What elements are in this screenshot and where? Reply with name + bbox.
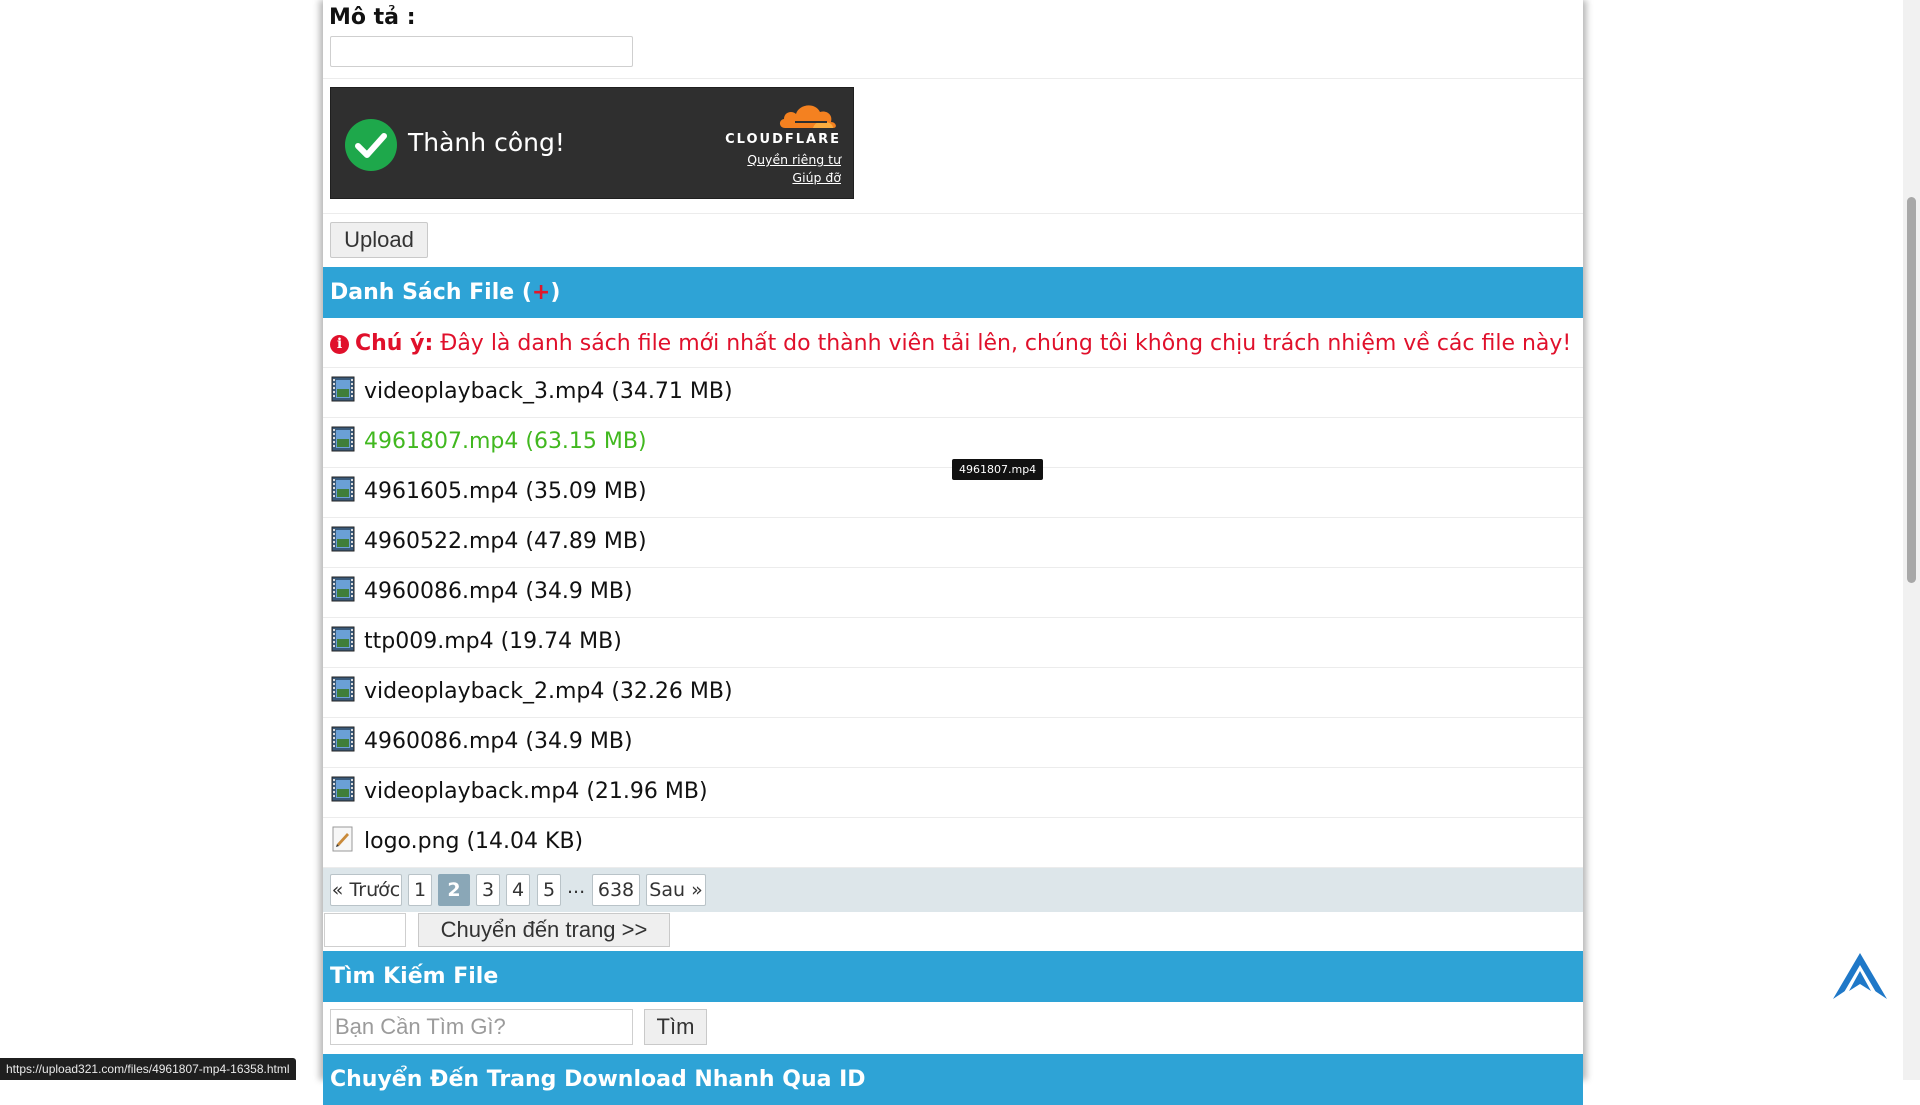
file-link[interactable]: videoplayback.mp4 (21.96 MB) [364,779,708,804]
back-to-top-icon[interactable] [1831,951,1889,1001]
cloudflare-cloud-icon [779,105,836,128]
file-row[interactable]: 4960522.mp4 (47.89 MB) [323,518,1583,568]
success-check-icon [345,119,397,171]
upload-row: Upload [323,214,1583,267]
info-icon: i [330,335,349,354]
page-button-4[interactable]: 4 [506,874,530,906]
page-button-1[interactable]: 1 [408,874,432,906]
captcha-row: Thành công! CLOUDFLARE Quyền riêng tư Gi… [323,79,1583,214]
cloudflare-brand: CLOUDFLARE [725,132,841,147]
video-file-icon [331,676,355,702]
file-link[interactable]: videoplayback_3.mp4 (34.71 MB) [364,379,733,404]
file-list-header: Danh Sách File (+) [323,267,1583,318]
video-file-icon [331,426,355,452]
page-button-last[interactable]: 638 [592,874,640,906]
file-tooltip: 4961807.mp4 [952,459,1044,480]
search-button[interactable]: Tìm [644,1009,707,1045]
goto-page-button[interactable]: Chuyển đến trang >> [418,913,670,947]
file-list-title-end: ) [550,280,561,305]
file-row[interactable]: videoplayback.mp4 (21.96 MB) [323,768,1583,818]
next-page-button[interactable]: Sau » [646,874,706,906]
goto-page-input[interactable] [324,913,406,947]
description-row: Mô tả : [323,0,1583,79]
page-ellipsis: ... [567,876,586,898]
page-scrollbar[interactable] [1903,0,1920,1080]
file-link[interactable]: 4960086.mp4 (34.9 MB) [364,579,633,604]
file-row[interactable]: videoplayback_3.mp4 (34.71 MB) [323,368,1583,418]
scrollbar-thumb[interactable] [1907,197,1916,583]
file-row[interactable]: ttp009.mp4 (19.74 MB) [323,618,1583,668]
file-link[interactable]: ttp009.mp4 (19.74 MB) [364,629,622,654]
privacy-link[interactable]: Quyền riêng tư [747,152,841,167]
video-file-icon [331,526,355,552]
video-file-icon [331,626,355,652]
upload-button[interactable]: Upload [330,222,428,258]
file-link[interactable]: 4960086.mp4 (34.9 MB) [364,729,633,754]
notice-text: Đây là danh sách file mới nhất do thành … [433,331,1572,356]
file-row[interactable]: logo.png (14.04 KB) [323,818,1583,868]
video-file-icon [331,726,355,752]
browser-status-url: https://upload321.com/files/4961807-mp4-… [0,1058,296,1080]
file-list-title: Danh Sách File ( [330,280,532,305]
notice-message: i Chú ý: Đây là danh sách file mới nhất d… [330,331,1571,356]
prev-page-button[interactable]: « Trước [330,874,402,906]
help-link[interactable]: Giúp đỡ [792,170,841,185]
search-input[interactable] [330,1009,633,1045]
image-file-icon [331,826,355,852]
file-row[interactable]: 4960086.mp4 (34.9 MB) [323,718,1583,768]
file-link[interactable]: 4961605.mp4 (35.09 MB) [364,479,647,504]
video-file-icon [331,476,355,502]
file-link[interactable]: logo.png (14.04 KB) [364,829,583,854]
file-link[interactable]: videoplayback_2.mp4 (32.26 MB) [364,679,733,704]
file-row[interactable]: 4960086.mp4 (34.9 MB) [323,568,1583,618]
captcha-status-text: Thành công! [408,128,565,157]
cloudflare-turnstile-widget[interactable]: Thành công! CLOUDFLARE Quyền riêng tư Gi… [330,87,854,199]
file-row[interactable]: videoplayback_2.mp4 (32.26 MB) [323,668,1583,718]
video-file-icon [331,776,355,802]
file-link[interactable]: 4961807.mp4 (63.15 MB) [364,429,647,454]
video-file-icon [331,376,355,402]
file-link[interactable]: 4960522.mp4 (47.89 MB) [364,529,647,554]
page-button-2-current[interactable]: 2 [438,874,470,906]
page-button-3[interactable]: 3 [476,874,500,906]
plus-icon: + [531,280,551,305]
search-header: Tìm Kiếm File [323,951,1583,1002]
page-button-5[interactable]: 5 [537,874,561,906]
main-content: Mô tả : Thành công! CLOUDFLARE Quyền riê… [323,0,1583,1105]
notice-label: Chú ý: [355,331,434,356]
pagination: « Trước 1 2 3 4 5 ... 638 Sau » [323,868,1583,912]
description-label: Mô tả : [329,5,416,30]
description-input[interactable] [330,36,633,67]
video-file-icon [331,576,355,602]
